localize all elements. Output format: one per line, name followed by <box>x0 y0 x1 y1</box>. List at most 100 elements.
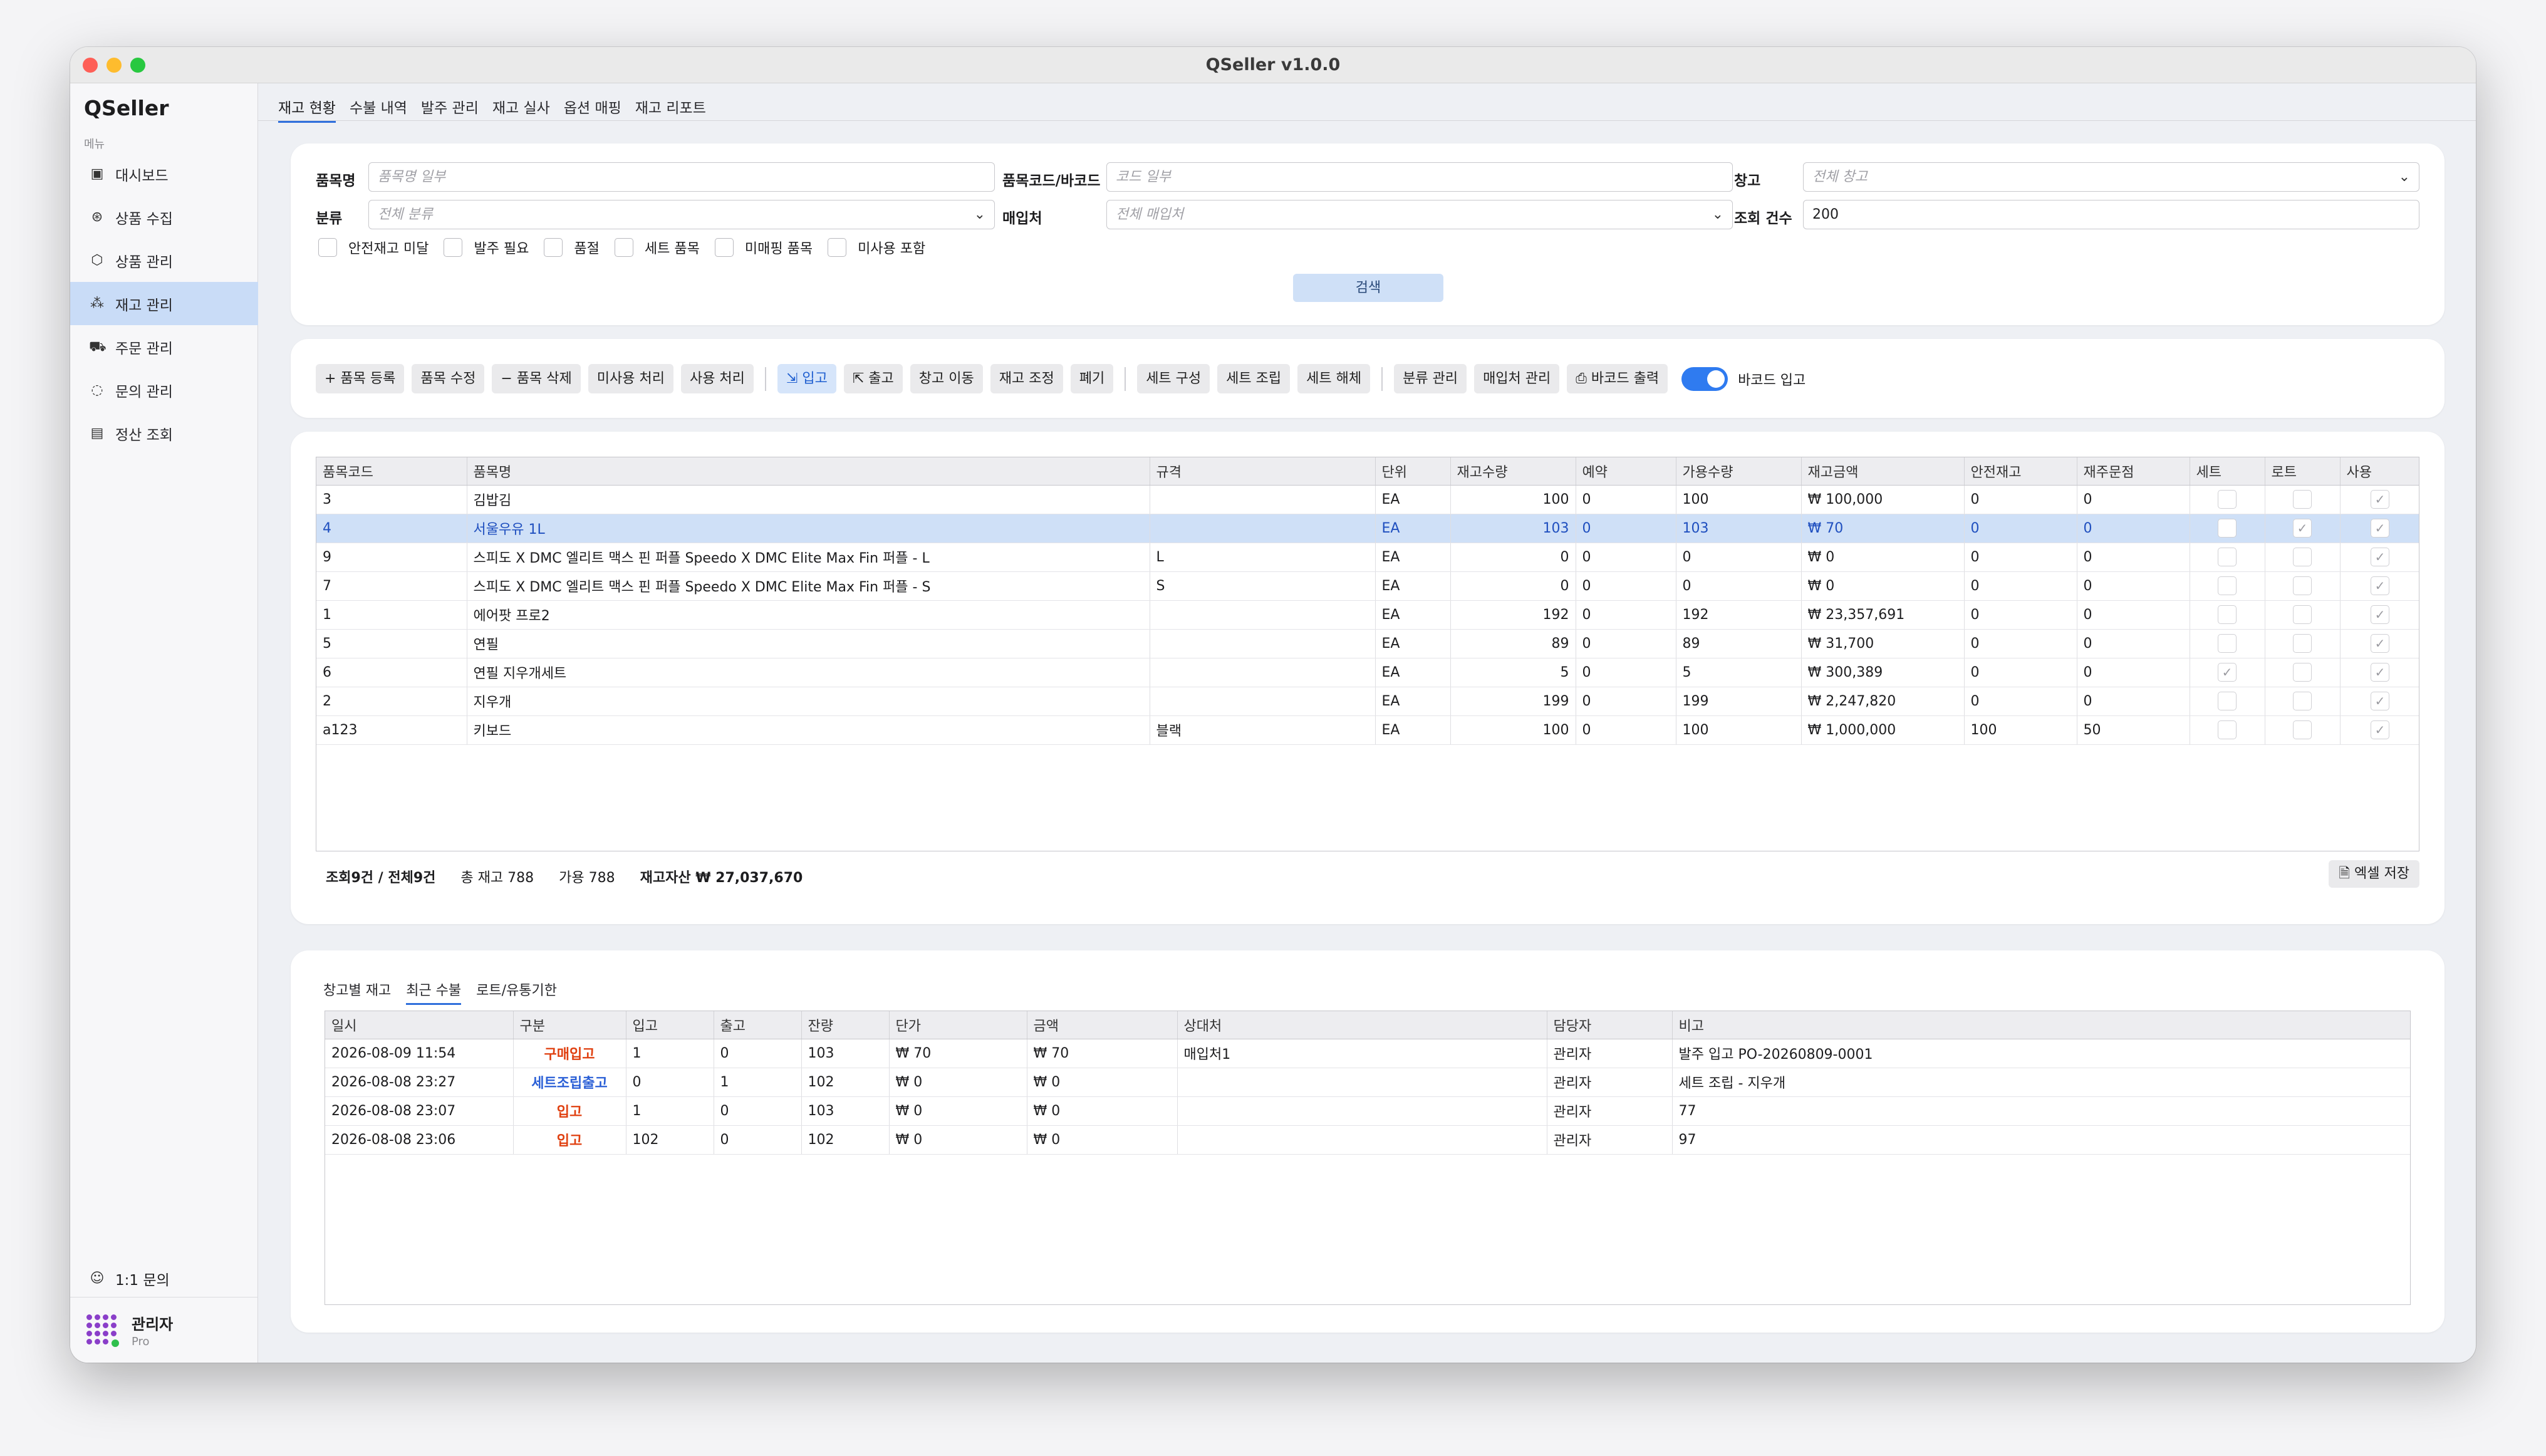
warehouse-transfer-button[interactable]: 창고 이동 <box>910 364 983 393</box>
column-header[interactable]: 재고수량 <box>1450 457 1576 486</box>
checkbox-reorder-needed[interactable]: 발주 필요 <box>444 237 529 257</box>
tab-option-mapping[interactable]: 옵션 매핑 <box>564 96 621 123</box>
checkbox-below-safety[interactable]: 안전재고 미달 <box>318 237 429 257</box>
excel-export-button[interactable]: 🗎 엑셀 저장 <box>2329 860 2419 888</box>
set-disassemble-button[interactable]: 세트 해체 <box>1297 364 1371 393</box>
table-row[interactable]: 4 서울우유 1L EA 103 0 103 ₩ 70 0 0 ✓ ✓ <box>316 514 2419 543</box>
checkbox-set-items[interactable]: 세트 품목 <box>614 237 700 257</box>
code-input[interactable]: 코드 일부 <box>1106 162 1733 192</box>
column-header[interactable]: 구분 <box>513 1011 626 1039</box>
column-header[interactable]: 세트 <box>2190 457 2265 486</box>
use-checkbox[interactable]: ✓ <box>2371 548 2389 566</box>
warehouse-select[interactable]: 전체 창고 ⌄ <box>1803 162 2419 192</box>
checkbox-unmapped[interactable]: 미매핑 품목 <box>714 237 813 257</box>
use-checkbox[interactable]: ✓ <box>2371 490 2389 509</box>
mark-used-button[interactable]: 사용 처리 <box>680 364 754 393</box>
lot-checkbox[interactable] <box>2293 576 2312 595</box>
sidebar-item-settlement[interactable]: ▤ 정산 조회 <box>70 412 258 455</box>
tab-recent-movements[interactable]: 최근 수불 <box>406 979 462 1005</box>
lot-checkbox[interactable] <box>2293 634 2312 653</box>
use-checkbox[interactable]: ✓ <box>2371 519 2389 538</box>
maximize-window-button[interactable] <box>130 58 145 73</box>
set-compose-button[interactable]: 세트 구성 <box>1137 364 1210 393</box>
column-header[interactable]: 입고 <box>626 1011 714 1039</box>
column-header[interactable]: 상대처 <box>1177 1011 1547 1039</box>
column-header[interactable]: 가용수량 <box>1676 457 1802 486</box>
search-button[interactable]: 검색 <box>1293 274 1443 302</box>
column-header[interactable]: 품목코드 <box>316 457 467 486</box>
set-checkbox[interactable] <box>2218 634 2237 653</box>
set-checkbox[interactable]: ✓ <box>2218 663 2237 682</box>
table-row[interactable]: a123 키보드 블랙 EA 100 0 100 ₩ 1,000,000 100 50 ✓ <box>316 715 2419 745</box>
table-row[interactable]: 7 스피도 X DMC 엘리트 맥스 핀 퍼플 Speedo X DMC Elit… <box>316 571 2419 601</box>
category-manage-button[interactable]: 분류 관리 <box>1394 364 1467 393</box>
column-header[interactable]: 일시 <box>325 1011 514 1039</box>
column-header[interactable]: 규격 <box>1150 457 1376 486</box>
column-header[interactable]: 예약 <box>1576 457 1676 486</box>
item-name-input[interactable]: 품목명 일부 <box>368 162 995 192</box>
table-row[interactable]: 1 에어팟 프로2 EA 192 0 192 ₩ 23,357,691 0 0 ✓ <box>316 600 2419 630</box>
use-checkbox[interactable]: ✓ <box>2371 605 2389 624</box>
delete-item-button[interactable]: − 품목 삭제 <box>492 364 581 393</box>
use-checkbox[interactable]: ✓ <box>2371 720 2389 739</box>
stock-in-button[interactable]: ⇲ 입고 <box>777 364 836 393</box>
column-header[interactable]: 출고 <box>714 1011 802 1039</box>
sidebar-item-inventory[interactable]: ⁂ 재고 관리 <box>70 282 258 325</box>
set-checkbox[interactable] <box>2218 692 2237 710</box>
table-row[interactable]: 9 스피도 X DMC 엘리트 맥스 핀 퍼플 Speedo X DMC Elit… <box>316 543 2419 572</box>
column-header[interactable]: 재주문점 <box>2077 457 2190 486</box>
sidebar-item-product-collect[interactable]: ⊛ 상품 수집 <box>70 195 258 239</box>
count-input[interactable]: 200 <box>1803 200 2419 229</box>
set-checkbox[interactable] <box>2218 576 2237 595</box>
set-checkbox[interactable] <box>2218 720 2237 739</box>
minimize-window-button[interactable] <box>107 58 122 73</box>
column-header[interactable]: 단가 <box>889 1011 1027 1039</box>
lot-checkbox[interactable]: ✓ <box>2293 519 2312 538</box>
tab-stock-history[interactable]: 수불 내역 <box>350 96 407 123</box>
column-header[interactable]: 단위 <box>1375 457 1451 486</box>
inquiry-link[interactable]: ☺ 1:1 문의 <box>70 1260 258 1297</box>
table-row[interactable]: 3 김밥김 EA 100 0 100 ₩ 100,000 0 0 ✓ <box>316 485 2419 514</box>
tab-lot-expiry[interactable]: 로트/유통기한 <box>476 979 557 1005</box>
column-header[interactable]: 재고금액 <box>1801 457 1965 486</box>
set-checkbox[interactable] <box>2218 605 2237 624</box>
lot-checkbox[interactable] <box>2293 548 2312 566</box>
tab-stocktaking[interactable]: 재고 실사 <box>492 96 550 123</box>
sidebar-item-dashboard[interactable]: ▣ 대시보드 <box>70 152 258 195</box>
edit-item-button[interactable]: 품목 수정 <box>412 364 485 393</box>
tab-purchase-orders[interactable]: 발주 관리 <box>421 96 479 123</box>
table-row[interactable]: 5 연필 EA 89 0 89 ₩ 31,700 0 0 ✓ <box>316 629 2419 658</box>
column-header[interactable]: 사용 <box>2340 457 2419 486</box>
use-checkbox[interactable]: ✓ <box>2371 634 2389 653</box>
add-item-button[interactable]: + 품목 등록 <box>316 364 405 393</box>
dispose-button[interactable]: 폐기 <box>1070 364 1114 393</box>
column-header[interactable]: 품목명 <box>467 457 1150 486</box>
set-checkbox[interactable] <box>2218 519 2237 538</box>
user-profile[interactable]: 관리자 Pro <box>70 1297 258 1363</box>
supplier-select[interactable]: 전체 매입처 ⌄ <box>1106 200 1733 229</box>
use-checkbox[interactable]: ✓ <box>2371 663 2389 682</box>
stock-adjust-button[interactable]: 재고 조정 <box>990 364 1063 393</box>
lot-checkbox[interactable] <box>2293 663 2312 682</box>
checkbox-out-of-stock[interactable]: 품절 <box>544 237 600 257</box>
table-row[interactable]: 2026-08-08 23:27 세트조립출고 0 1 102 ₩ 0 ₩ 0 관리자 세트 조… <box>325 1068 2410 1097</box>
sidebar-item-inquiries[interactable]: ◌ 문의 관리 <box>70 368 258 412</box>
lot-checkbox[interactable] <box>2293 490 2312 509</box>
column-header[interactable]: 로트 <box>2265 457 2341 486</box>
category-select[interactable]: 전체 분류 ⌄ <box>368 200 995 229</box>
column-header[interactable]: 잔량 <box>801 1011 890 1039</box>
tab-inventory-status[interactable]: 재고 현황 <box>278 96 336 123</box>
column-header[interactable]: 담당자 <box>1547 1011 1673 1039</box>
lot-checkbox[interactable] <box>2293 692 2312 710</box>
mark-unused-button[interactable]: 미사용 처리 <box>588 364 673 393</box>
lot-checkbox[interactable] <box>2293 720 2312 739</box>
column-header[interactable]: 안전재고 <box>1964 457 2077 486</box>
table-row[interactable]: 2026-08-09 11:54 구매입고 1 0 103 ₩ 70 ₩ 70 매입처1 관리자… <box>325 1039 2410 1068</box>
table-row[interactable]: 2 지우개 EA 199 0 199 ₩ 2,247,820 0 0 ✓ <box>316 687 2419 716</box>
table-row[interactable]: 2026-08-08 23:07 입고 1 0 103 ₩ 0 ₩ 0 관리자 77 <box>325 1096 2410 1126</box>
barcode-print-button[interactable]: ⎙ 바코드 출력 <box>1567 364 1668 393</box>
sidebar-item-product-manage[interactable]: ⬡ 상품 관리 <box>70 239 258 282</box>
sidebar-item-orders[interactable]: ⛟ 주문 관리 <box>70 325 258 368</box>
barcode-inbound-toggle[interactable] <box>1681 367 1728 391</box>
set-checkbox[interactable] <box>2218 490 2237 509</box>
